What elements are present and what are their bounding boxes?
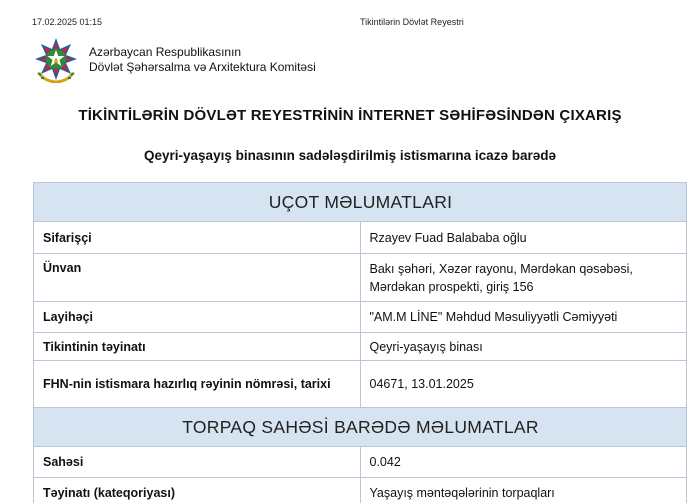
table-row: FHN-nin istismara hazırlıq rəyinin nömrə…	[33, 360, 687, 408]
document-subtitle: Qeyri-yaşayış binasının sadələşdirilmiş …	[144, 148, 556, 163]
document-title: TİKİNTİLƏRİN DÖVLƏT REYESTRİNİN İNTERNET…	[78, 107, 622, 124]
row-value: 0.042	[359, 446, 687, 478]
section-heading: TORPAQ SAHƏSİ BARƏDƏ MƏLUMATLAR	[33, 407, 687, 447]
azerbaijan-coat-of-arms-icon	[35, 38, 77, 83]
table-row: Sifarişçi Rzayev Fuad Balababa oğlu	[33, 221, 687, 254]
organization-name-line2: Dövlət Şəhərsalma və Arxitektura Komitəs…	[89, 60, 316, 74]
table-row: Ünvan Bakı şəhəri, Xəzər rayonu, Mərdəka…	[33, 253, 687, 302]
row-label: Layihəçi	[33, 301, 361, 333]
organization-name-line1: Azərbaycan Respublikasının	[89, 45, 242, 59]
row-value: "AM.M LİNE" Məhdud Məsuliyyətli Cəmiyyət…	[359, 301, 687, 333]
row-label: Ünvan	[33, 253, 361, 302]
organization-name: Azərbaycan Respublikasının Dövlət Şəhərs…	[89, 45, 316, 75]
row-label: Sifarişçi	[33, 221, 361, 254]
print-datetime: 17.02.2025 01:15	[32, 17, 103, 27]
registry-table: UÇOT MƏLUMATLARI Sifarişçi Rzayev Fuad B…	[33, 182, 687, 503]
row-label: FHN-nin istismara hazırlıq rəyinin nömrə…	[33, 360, 361, 408]
row-value: Rzayev Fuad Balababa oğlu	[359, 221, 687, 254]
row-value: Yaşayış məntəqələrinin torpaqları	[359, 477, 687, 503]
table-row: Layihəçi "AM.M LİNE" Məhdud Məsuliyyətli…	[33, 301, 687, 333]
section-header-row: TORPAQ SAHƏSİ BARƏDƏ MƏLUMATLAR	[33, 407, 687, 447]
row-value: 04671, 13.01.2025	[359, 360, 687, 408]
row-label: Təyinatı (kateqoriyası)	[33, 477, 361, 503]
section-heading: UÇOT MƏLUMATLARI	[33, 182, 687, 222]
section-header-row: UÇOT MƏLUMATLARI	[33, 182, 687, 222]
row-value: Qeyri-yaşayış binası	[359, 332, 687, 361]
row-label: Tikintinin təyinatı	[33, 332, 361, 361]
table-row: Tikintinin təyinatı Qeyri-yaşayış binası	[33, 332, 687, 361]
row-value: Bakı şəhəri, Xəzər rayonu, Mərdəkan qəsə…	[359, 253, 687, 302]
organization-header: Azərbaycan Respublikasının Dövlət Şəhərs…	[34, 36, 316, 84]
print-header: 17.02.2025 01:15 Tikintilərin Dövlət Rey…	[0, 17, 700, 31]
row-label: Sahəsi	[33, 446, 361, 478]
table-row: Təyinatı (kateqoriyası) Yaşayış məntəqəl…	[33, 477, 687, 503]
table-row: Sahəsi 0.042	[33, 446, 687, 478]
print-page-title: Tikintilərin Dövlət Reyestri	[360, 17, 464, 27]
